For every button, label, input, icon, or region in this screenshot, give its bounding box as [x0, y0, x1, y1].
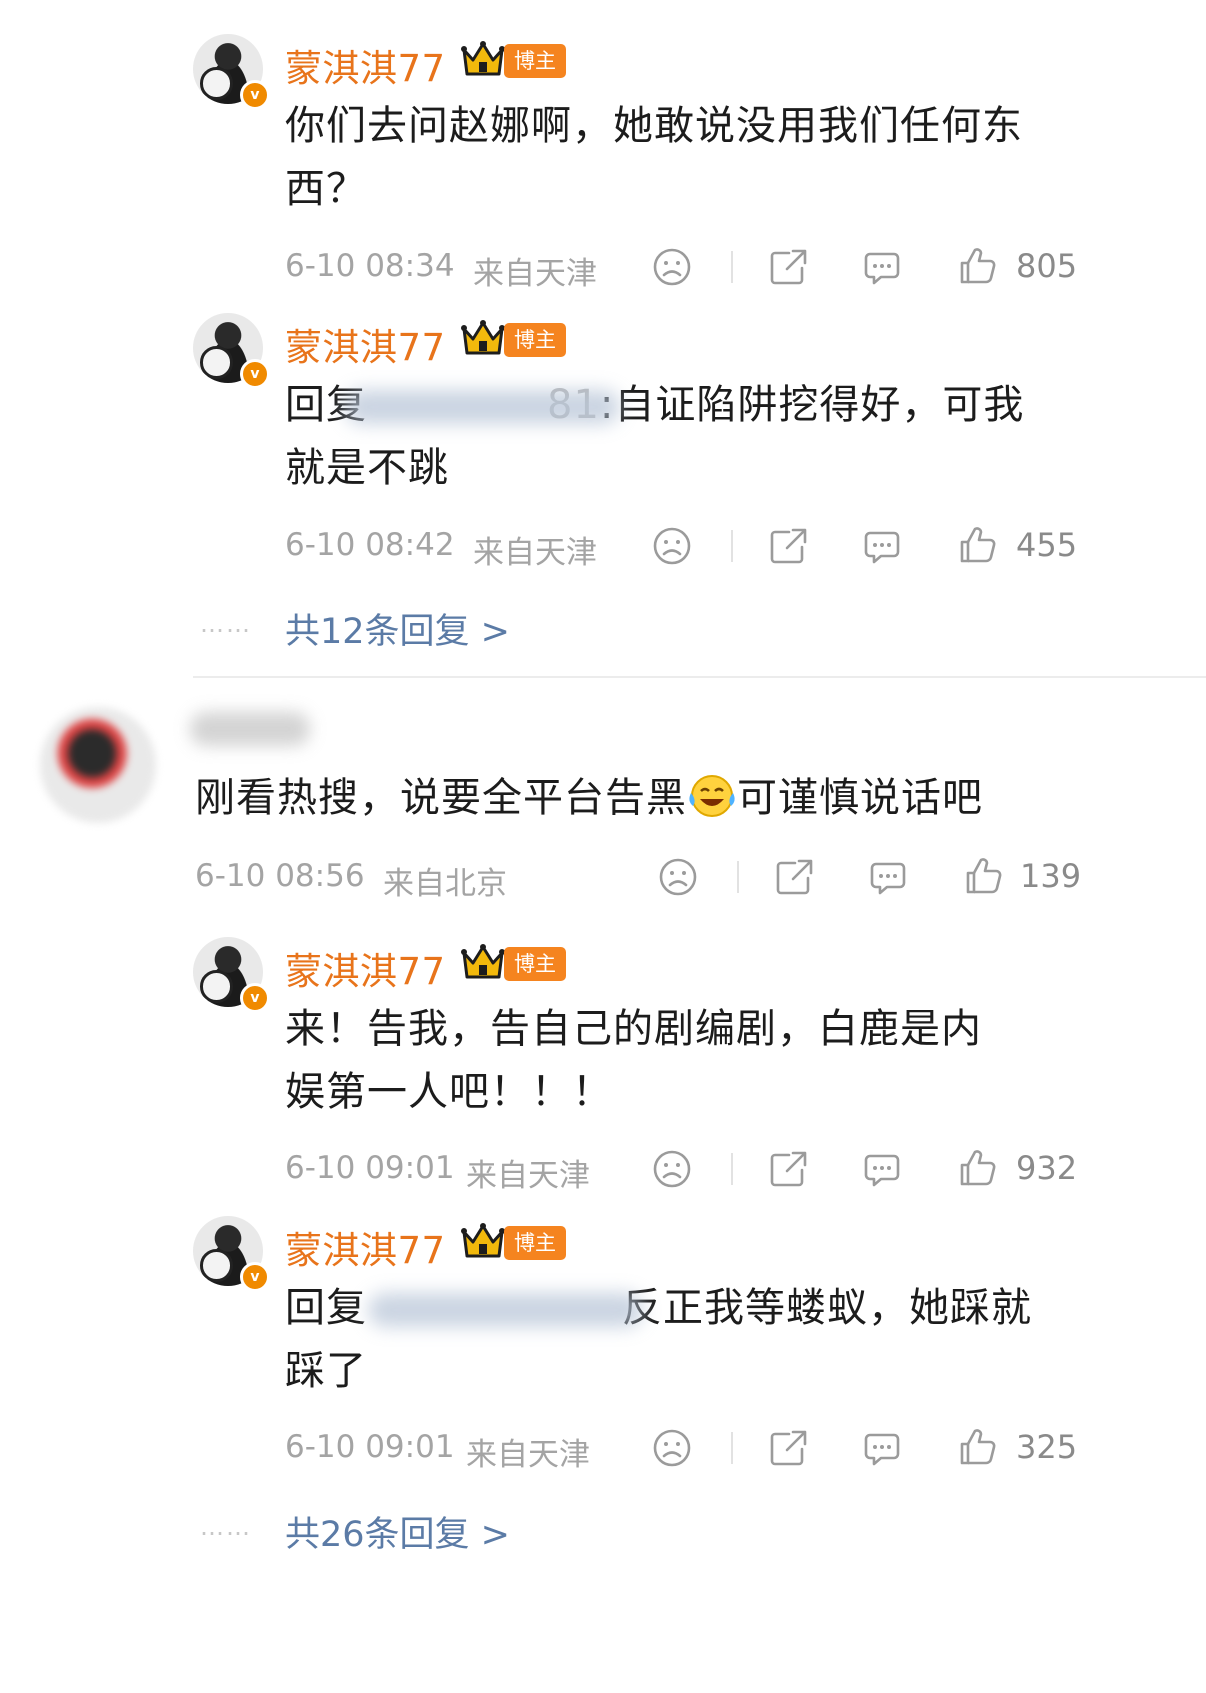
timestamp: 6-10 08:42 — [285, 527, 455, 563]
divider — [731, 1432, 733, 1464]
like-count: 455 — [1016, 526, 1078, 564]
blurred-mention — [345, 390, 620, 424]
like-icon[interactable] — [956, 245, 998, 287]
location: 来自天津 — [473, 256, 597, 292]
sad-face-icon[interactable] — [651, 1427, 693, 1469]
share-icon[interactable] — [767, 1427, 809, 1469]
share-icon[interactable] — [767, 525, 809, 567]
comment-icon[interactable] — [861, 525, 903, 567]
sad-face-icon[interactable] — [651, 1148, 693, 1190]
like-icon[interactable] — [956, 1147, 998, 1189]
reply-text: 你们去问赵娜啊，她敢说没用我们任何东 西？ — [285, 103, 1023, 212]
username[interactable]: 蒙淇淇77 — [285, 317, 446, 371]
username[interactable]: 蒙淇淇77 — [285, 941, 446, 995]
blurred-mention — [368, 1293, 643, 1327]
verified-badge-icon: v — [240, 359, 270, 389]
verified-badge-icon: v — [240, 1262, 270, 1292]
sad-face-icon[interactable] — [651, 525, 693, 567]
location: 来自天津 — [466, 1437, 590, 1473]
like-count: 139 — [1020, 857, 1082, 895]
verified-badge-icon: v — [240, 80, 270, 110]
comment-icon[interactable] — [867, 856, 909, 898]
dots: …… — [200, 1513, 252, 1541]
like-icon[interactable] — [956, 524, 998, 566]
crown-icon — [461, 40, 505, 78]
timestamp: 6-10 08:56 — [195, 858, 365, 894]
divider — [731, 1153, 733, 1185]
comment-icon[interactable] — [861, 246, 903, 288]
view-more-replies-link[interactable]: 共12条回复 > — [285, 603, 510, 654]
blogger-tag: 博主 — [504, 323, 566, 357]
location: 来自天津 — [473, 535, 597, 571]
crown-icon — [461, 319, 505, 357]
comment-icon[interactable] — [861, 1427, 903, 1469]
like-count: 805 — [1016, 247, 1078, 285]
blogger-tag: 博主 — [504, 44, 566, 78]
reply-text: 来！告我，告自己的剧编剧，白鹿是内 娱第一人吧！！！ — [285, 1006, 982, 1115]
like-count: 325 — [1016, 1428, 1078, 1466]
dots: …… — [200, 610, 252, 638]
crown-icon — [461, 943, 505, 981]
divider — [193, 676, 1206, 678]
laughing-crying-emoji-icon — [687, 773, 737, 819]
timestamp: 6-10 09:01 — [285, 1150, 455, 1186]
location: 来自北京 — [383, 866, 507, 902]
like-icon[interactable] — [956, 1426, 998, 1468]
sad-face-icon[interactable] — [657, 856, 699, 898]
username-blurred[interactable] — [190, 712, 310, 746]
share-icon[interactable] — [773, 856, 815, 898]
comment-text: 刚看热搜，说要全平台告黑 可谨慎说话吧 — [195, 773, 983, 821]
sad-face-icon[interactable] — [651, 246, 693, 288]
like-count: 932 — [1016, 1149, 1078, 1187]
verified-badge-icon: v — [240, 983, 270, 1013]
divider — [731, 251, 733, 283]
view-more-replies-link[interactable]: 共26条回复 > — [285, 1506, 510, 1557]
share-icon[interactable] — [767, 246, 809, 288]
timestamp: 6-10 08:34 — [285, 248, 455, 284]
comment-icon[interactable] — [861, 1148, 903, 1190]
blogger-tag: 博主 — [504, 1226, 566, 1260]
divider — [737, 861, 739, 893]
username[interactable]: 蒙淇淇77 — [285, 1220, 446, 1274]
location: 来自天津 — [466, 1158, 590, 1194]
avatar[interactable] — [40, 707, 156, 823]
blogger-tag: 博主 — [504, 947, 566, 981]
crown-icon — [461, 1222, 505, 1260]
like-icon[interactable] — [962, 855, 1004, 897]
username[interactable]: 蒙淇淇77 — [285, 38, 446, 92]
share-icon[interactable] — [767, 1148, 809, 1190]
divider — [731, 530, 733, 562]
timestamp: 6-10 09:01 — [285, 1429, 455, 1465]
